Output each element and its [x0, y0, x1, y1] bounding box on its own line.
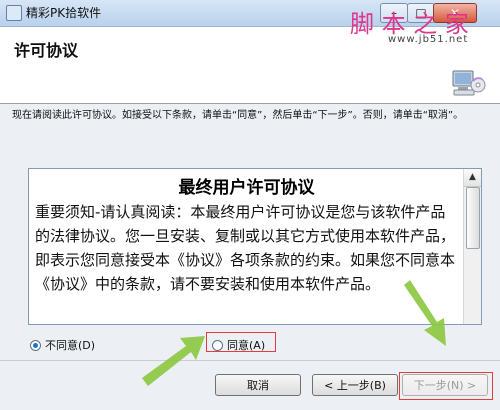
license-title: 最终用户许可协议	[178, 178, 315, 198]
disagree-option[interactable]: 不同意(D)	[30, 337, 95, 353]
license-content: 最终用户许可协议 重要须知-请认真阅读：本最终用户许可协议是您与该软件产品的法律…	[29, 169, 464, 324]
agree-radio[interactable]	[212, 339, 223, 351]
instructions-text: 现在请阅读此许可协议。如接受以下条款，请单击“同意”，然后单击“下一步”。否则，…	[12, 110, 464, 121]
agree-label: 同意(A)	[227, 339, 266, 352]
footer-divider	[0, 360, 500, 361]
cancel-button[interactable]: 取消	[215, 374, 301, 396]
next-button[interactable]: 下一步(N) >	[402, 374, 488, 396]
back-button[interactable]: < 上一步(B)	[312, 374, 398, 396]
scroll-up-arrow-icon[interactable]: ▲	[464, 169, 481, 187]
disagree-radio[interactable]	[30, 339, 41, 351]
computer-cd-icon	[452, 70, 486, 96]
license-body: 重要须知-请认真阅读：本最终用户许可协议是您与该软件产品的法律协议。您一旦安装、…	[35, 203, 456, 293]
arrow-to-agree-icon	[142, 336, 205, 386]
window-title: 精彩PK拾软件	[26, 6, 102, 20]
scroll-thumb[interactable]	[466, 187, 480, 249]
watermark-url: www.jb51.net	[388, 34, 469, 45]
agree-option[interactable]: 同意(A)	[212, 337, 265, 353]
app-icon	[6, 5, 22, 21]
disagree-label: 不同意(D)	[45, 339, 96, 352]
page-title: 许可协议	[14, 41, 79, 60]
vertical-scrollbar[interactable]: ▲	[463, 169, 481, 324]
license-textbox[interactable]: 最终用户许可协议 重要须知-请认真阅读：本最终用户许可协议是您与该软件产品的法律…	[28, 168, 482, 325]
